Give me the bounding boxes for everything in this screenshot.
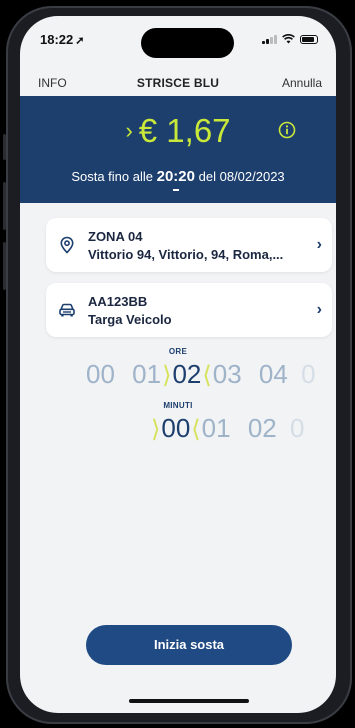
hours-picker[interactable]: 00 01⟩02⟨03 04 0 [86, 359, 316, 390]
hour-option[interactable]: 04 [259, 359, 288, 390]
end-prefix-text: Sosta fino alle [71, 169, 153, 184]
minute-option[interactable]: 0 [290, 413, 304, 444]
mute-switch [3, 134, 6, 160]
hour-option[interactable]: 03 [213, 359, 242, 390]
minutes-picker[interactable]: ⟩00⟨01 02 0 [150, 413, 304, 444]
location-pin-icon [60, 236, 74, 254]
hour-option[interactable]: 00 [86, 359, 115, 390]
minute-option[interactable]: 01 [202, 413, 231, 444]
selection-bracket-right: ⟨ [191, 416, 201, 443]
hour-selected[interactable]: 02 [172, 359, 201, 390]
vehicle-card[interactable]: AA123BB Targa Veicolo › [46, 283, 332, 337]
zone-card[interactable]: ZONA 04 Vittorio 94, Vittorio, 94, Roma,… [46, 218, 332, 272]
chevron-right-icon: › [316, 236, 322, 253]
end-time: 20:20 [156, 168, 195, 191]
volume-down-button [3, 242, 6, 290]
status-bar: 18:22 ➚ [20, 16, 336, 66]
parking-end-summary: Sosta fino alle 20:20 del 08/02/2023 [20, 168, 336, 191]
vehicle-label: Targa Veicolo [88, 312, 172, 327]
cancel-link[interactable]: Annulla [282, 76, 322, 90]
wifi-icon [282, 34, 295, 44]
end-mid-text: del [198, 169, 216, 184]
system-icons [262, 34, 318, 44]
price-amount: € 1,67 [138, 112, 231, 149]
end-date: 08/02/2023 [219, 169, 285, 184]
volume-up-button [3, 182, 6, 230]
zone-title: ZONA 04 [88, 229, 143, 244]
info-icon[interactable] [278, 121, 296, 139]
minutes-label: MINUTI [163, 401, 193, 410]
hour-option[interactable]: 01 [132, 359, 161, 390]
selection-bracket-right: ⟨ [202, 362, 212, 389]
hour-option[interactable]: 0 [301, 359, 315, 390]
hours-label: ORE [168, 347, 188, 356]
signal-icon [262, 35, 277, 44]
car-icon [59, 303, 75, 317]
location-arrow-icon: ➚ [75, 35, 85, 47]
chevron-right-icon: › [125, 118, 133, 143]
nav-bar: INFO STRISCE BLU Annulla [20, 70, 336, 98]
vehicle-plate: AA123BB [88, 294, 148, 309]
battery-icon [300, 35, 318, 44]
dynamic-island [141, 28, 234, 58]
zone-address: Vittorio 94, Vittorio, 94, Roma,... [88, 247, 284, 262]
status-time: 18:22 ➚ [40, 32, 84, 47]
price-panel: › € 1,67 Sosta fino alle 20:20 del 08/02/… [20, 96, 336, 203]
minute-option[interactable]: 02 [248, 413, 277, 444]
selection-bracket-left: ⟩ [162, 362, 172, 389]
clock-text: 18:22 [40, 32, 74, 47]
minute-selected[interactable]: 00 [161, 413, 190, 444]
selection-bracket-left: ⟩ [151, 416, 161, 443]
home-indicator[interactable] [129, 699, 249, 703]
start-parking-button[interactable]: Inizia sosta [86, 625, 292, 665]
chevron-right-icon: › [316, 301, 322, 318]
app-screen: 18:22 ➚ INFO STRISCE BLU Annulla › € 1,67 [20, 16, 336, 713]
